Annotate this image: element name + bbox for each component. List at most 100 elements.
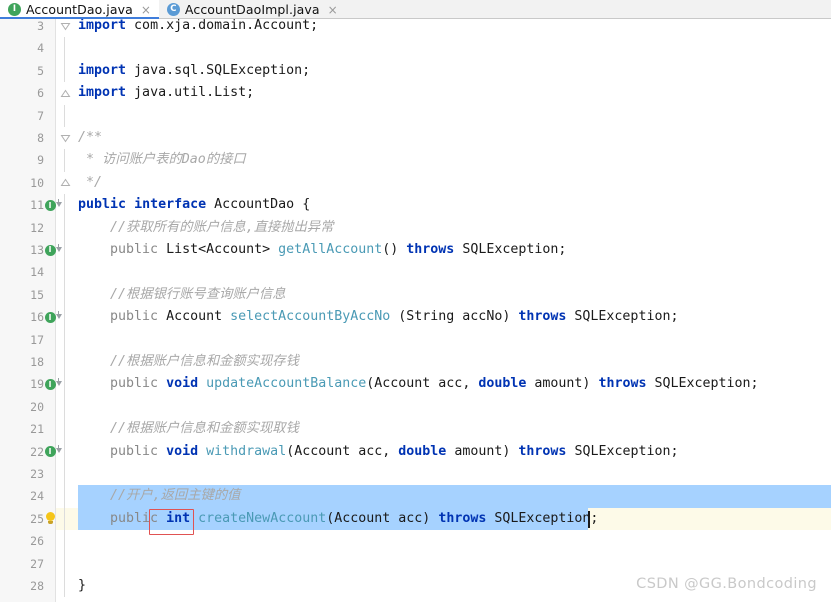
tab-account-dao[interactable]: I AccountDao.java × [0,0,159,19]
close-icon[interactable]: × [327,4,339,16]
fold-end-icon[interactable] [58,82,72,104]
code-line[interactable]: 27 [0,552,831,575]
code-line[interactable]: 7 [0,104,831,127]
code-text[interactable]: //开户,返回主键的值 [78,485,240,507]
fold-guide[interactable] [58,261,72,284]
code-token: updateAccountBalance [206,376,367,392]
code-text[interactable]: public void withdrawal(Account acc, doub… [78,441,678,463]
code-text[interactable]: //根据账户信息和金额实现取钱 [78,418,299,440]
code-token: void [166,376,199,392]
indent-guide [64,261,65,284]
interface-implemented-icon[interactable]: I [44,194,62,216]
fold-guide[interactable] [58,149,72,172]
code-line[interactable]: 12 //获取所有的账户信息,直接抛出异常 [0,216,831,239]
code-line[interactable]: 13 I public List<Account> getAllAccount()… [0,239,831,262]
code-line[interactable]: 21 //根据账户信息和金额实现取钱 [0,418,831,441]
code-token: throws [438,510,487,526]
fold-guide[interactable] [58,552,72,575]
close-icon[interactable]: × [140,4,152,16]
code-line[interactable]: 3 import com.xja.domain.Account; [0,19,831,37]
code-text[interactable]: import com.xja.domain.Account; [78,19,318,37]
code-line[interactable]: 4 [0,37,831,60]
fold-guide[interactable] [58,575,72,598]
code-line[interactable]: 8 /** [0,127,831,149]
code-line[interactable]: 16 I public Account selectAccountByAccNo … [0,306,831,329]
fold-guide[interactable] [58,507,72,531]
code-line[interactable]: 15 //根据银行账号查询账户信息 [0,283,831,307]
fold-guide[interactable] [58,395,72,419]
fold-guide[interactable] [58,37,72,60]
class-icon: C [166,3,180,16]
line-number: 18 [30,355,44,369]
fold-collapse-icon[interactable] [58,127,72,149]
code-line[interactable]: 17 [0,328,831,351]
code-token: (Account acc) [326,510,439,526]
code-text[interactable]: public Account selectAccountByAccNo (Str… [78,306,678,328]
line-number: 27 [30,556,44,571]
code-editor[interactable]: 3 import com.xja.domain.Account; 4 5 import … [0,19,831,602]
code-text[interactable]: import java.util.List; [78,82,254,104]
fold-guide[interactable] [58,440,72,463]
fold-collapse-icon[interactable] [58,19,72,37]
code-text[interactable]: } [78,575,86,597]
fold-guide[interactable] [58,306,72,329]
code-line[interactable]: 14 [0,261,831,284]
code-text[interactable]: //获取所有的账户信息,直接抛出异常 [78,217,333,239]
code-line[interactable]: 20 [0,395,831,419]
watermark-text: CSDN @GG.Bondcoding [636,576,817,592]
tab-account-dao-impl[interactable]: C AccountDaoImpl.java × [159,0,346,19]
code-text[interactable]: public int createNewAccount(Account acc)… [78,508,598,530]
intention-bulb-icon[interactable] [44,508,56,530]
code-text[interactable]: public void updateAccountBalance(Account… [78,373,759,395]
code-text[interactable]: */ [78,172,102,194]
fold-guide[interactable] [58,373,72,396]
fold-guide[interactable] [58,216,72,239]
code-line[interactable]: 9 * 访问账户表的Dao的接口 [0,149,831,172]
fold-guide[interactable] [58,283,72,307]
code-line[interactable]: 11 Ipublic interface AccountDao { [0,194,831,217]
fold-guide[interactable] [58,328,72,351]
code-text[interactable]: * 访问账户表的Dao的接口 [78,149,246,171]
code-line[interactable]: 26 [0,530,831,553]
code-line[interactable]: 19 I public void updateAccountBalance(Acc… [0,373,831,396]
indent-guide [64,194,65,217]
fold-guide[interactable] [58,59,72,83]
fold-guide[interactable] [58,351,72,374]
code-line[interactable]: 24 //开户,返回主键的值 [0,485,831,508]
code-line[interactable]: 25 public int createNewAccount(Account a… [0,507,831,531]
code-text[interactable]: import java.sql.SQLException; [78,60,310,82]
code-text[interactable]: public List<Account> getAllAccount() thr… [78,239,566,261]
fold-end-icon[interactable] [58,172,72,194]
interface-implemented-icon[interactable]: I [44,306,62,328]
indent-guide [64,575,65,598]
code-text[interactable]: //根据账户信息和金额实现存钱 [78,351,299,373]
fold-guide[interactable] [58,194,72,217]
code-text[interactable]: public interface AccountDao { [78,194,310,216]
interface-implemented-icon[interactable]: I [44,441,62,463]
code-token: //根据账户信息和金额实现存钱 [78,354,299,369]
code-line[interactable]: 10 */ [0,172,831,194]
interface-implemented-icon[interactable]: I [44,239,62,261]
code-line[interactable]: 5 import java.sql.SQLException; [0,59,831,83]
fold-guide[interactable] [58,463,72,486]
fold-guide[interactable] [58,239,72,262]
fold-guide[interactable] [58,530,72,553]
code-token: public [110,510,159,526]
code-line[interactable]: 23 [0,463,831,486]
indent-guide [64,463,65,486]
line-number: 11 [30,198,44,213]
code-text[interactable]: /** [78,127,102,149]
interface-implemented-icon[interactable]: I [44,373,62,395]
fold-guide[interactable] [58,418,72,441]
code-token: com.xja.domain.Account; [126,19,319,33]
line-number: 12 [30,220,44,235]
fold-guide[interactable] [58,485,72,508]
fold-guide[interactable] [58,104,72,127]
code-line[interactable]: 22 I public void withdrawal(Account acc, … [0,440,831,463]
code-text[interactable]: //根据银行账号查询账户信息 [78,284,286,306]
code-line[interactable]: 18 //根据账户信息和金额实现存钱 [0,351,831,374]
code-line[interactable]: 6 import java.util.List; [0,82,831,104]
